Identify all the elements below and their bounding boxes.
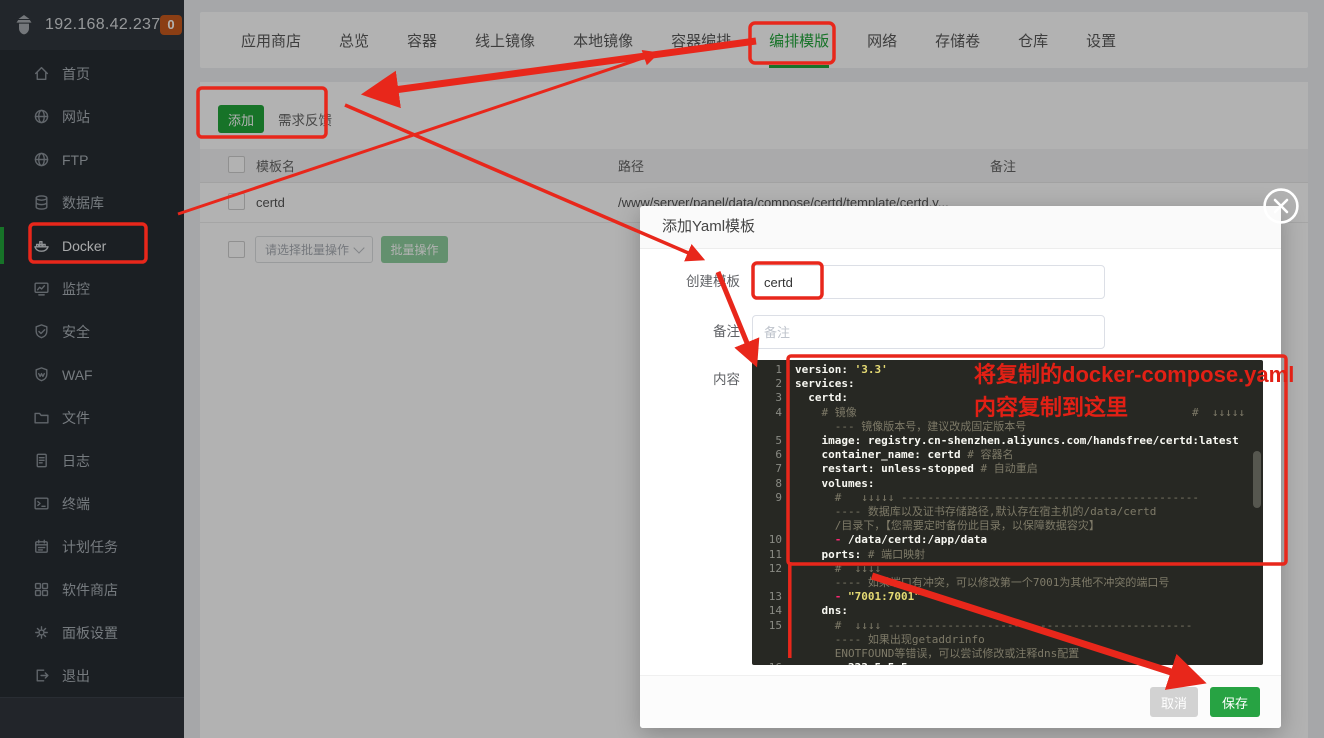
editor-line: 14 dns: (752, 604, 1263, 618)
form-row-content: 内容 1version: '3.3'2services:3 certd:4 # … (640, 360, 1281, 665)
line-number: 8 (752, 477, 795, 491)
editor-line: 6 container_name: certd # 容器名 (752, 448, 1263, 462)
line-number (752, 633, 795, 647)
editor-line: 11 ports: # 端口映射 (752, 548, 1263, 562)
add-yaml-modal: 添加Yaml模板 创建模板 备注 内容 1version: '3.3'2serv… (640, 206, 1281, 728)
line-number: 6 (752, 448, 795, 462)
template-name-input[interactable] (752, 265, 1105, 299)
editor-line: ---- 如果出现getaddrinfo (752, 633, 1263, 647)
line-number (752, 576, 795, 590)
line-number: 1 (752, 363, 795, 377)
save-button[interactable]: 保存 (1210, 687, 1260, 717)
editor-line: ENOTFOUND等错误，可以尝试修改或注释dns配置 (752, 647, 1263, 661)
line-number (752, 647, 795, 661)
yaml-editor[interactable]: 1version: '3.3'2services:3 certd:4 # 镜像#… (752, 360, 1263, 665)
editor-line: 13 - "7001:7001" (752, 590, 1263, 604)
editor-line: 7 restart: unless-stopped # 自动重启 (752, 462, 1263, 476)
note-input[interactable] (752, 315, 1105, 349)
note-field-label: 备注 (640, 315, 752, 349)
line-number: 2 (752, 377, 795, 391)
line-number (752, 519, 795, 533)
line-number: 10 (752, 533, 795, 547)
editor-line: 9 # ↓↓↓↓↓ ------------------------------… (752, 491, 1263, 505)
line-number: 7 (752, 462, 795, 476)
editor-line: 8 volumes: (752, 477, 1263, 491)
line-number: 12 (752, 562, 795, 576)
editor-line: 15 # ↓↓↓↓ ------------------------------… (752, 619, 1263, 633)
line-number: 5 (752, 434, 795, 448)
editor-line: 1version: '3.3' (752, 363, 1263, 377)
editor-line: 3 certd: (752, 391, 1263, 405)
editor-line: /目录下，【您需要定时备份此目录，以保障数据容灾】 (752, 519, 1263, 533)
editor-scrollbar[interactable] (1253, 451, 1261, 508)
line-number: 14 (752, 604, 795, 618)
editor-line: 10 - /data/certd:/app/data (752, 533, 1263, 547)
modal-footer: 取消 保存 (640, 675, 1281, 728)
editor-line: --- 镜像版本号，建议改成固定版本号 (752, 420, 1263, 434)
line-number: 15 (752, 619, 795, 633)
line-number: 3 (752, 391, 795, 405)
line-number: 9 (752, 491, 795, 505)
line-number: 13 (752, 590, 795, 604)
form-row-note: 备注 (640, 315, 1281, 349)
modal-title: 添加Yaml模板 (640, 206, 1281, 249)
editor-line: ---- 数据库以及证书存储路径,默认存在宿主机的/data/certd (752, 505, 1263, 519)
editor-line: ---- 如果端口有冲突，可以修改第一个7001为其他不冲突的端口号 (752, 576, 1263, 590)
editor-line: 2services: (752, 377, 1263, 391)
line-number: 16 (752, 661, 795, 665)
editor-line: 16 - 223.5.5.5 (752, 661, 1263, 665)
line-number: 11 (752, 548, 795, 562)
editor-line: 5 image: registry.cn-shenzhen.aliyuncs.c… (752, 434, 1263, 448)
close-icon[interactable] (1262, 187, 1300, 225)
form-row-name: 创建模板 (640, 265, 1281, 299)
content-field-label: 内容 (640, 360, 752, 665)
line-number (752, 420, 795, 434)
line-number (752, 505, 795, 519)
name-field-label: 创建模板 (640, 265, 752, 299)
cancel-button[interactable]: 取消 (1150, 687, 1198, 717)
editor-line: 12 # ↓↓↓↓ (752, 562, 1263, 576)
line-number: 4 (752, 406, 795, 420)
editor-line: 4 # 镜像# ↓↓↓↓↓ (752, 406, 1263, 420)
